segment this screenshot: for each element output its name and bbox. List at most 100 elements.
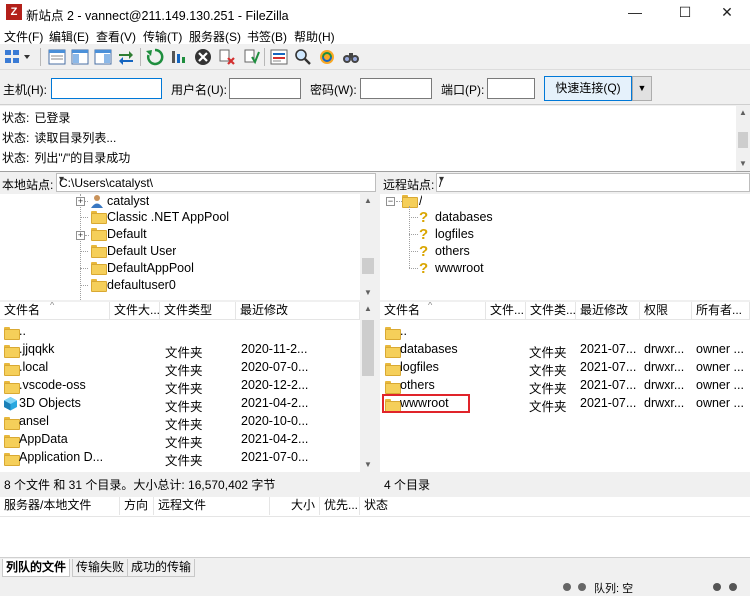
tree-item[interactable]: Classic .NET AppPool xyxy=(107,210,229,224)
collapse-icon[interactable]: − xyxy=(386,197,395,206)
find-files-icon[interactable] xyxy=(342,48,360,66)
file-type: 文件夹 xyxy=(529,346,567,360)
minimize-button[interactable]: — xyxy=(612,0,658,26)
tab-queued-files[interactable]: 列队的文件 xyxy=(2,559,71,577)
list-item[interactable]: AppData xyxy=(19,432,107,446)
file-type: 文件夹 xyxy=(165,364,203,378)
column-header-modified[interactable]: 最近修改 xyxy=(236,302,360,320)
column-header-permissions[interactable]: 权限 xyxy=(640,302,692,320)
disconnect-icon[interactable] xyxy=(218,48,236,66)
wwwroot-highlight-box xyxy=(382,394,470,413)
remote-site-label: 远程站点: xyxy=(383,178,435,192)
column-header-priority[interactable]: 优先... xyxy=(320,497,360,515)
reconnect-icon[interactable] xyxy=(242,48,260,66)
tree-item[interactable]: catalyst xyxy=(107,194,149,208)
column-header-type[interactable]: 文件类型 xyxy=(160,302,236,320)
file-modified: 2021-07-0... xyxy=(241,450,309,464)
quickconnect-button[interactable]: 快速连接(Q) xyxy=(544,76,632,101)
expand-icon[interactable]: + xyxy=(76,197,85,206)
menu-bookmarks[interactable]: 书签(B) xyxy=(247,28,287,45)
list-item[interactable]: .vscode-oss xyxy=(19,378,107,392)
remote-path-input[interactable]: / ▾ xyxy=(436,173,750,192)
local-list-scrollbar[interactable]: ▲ ▼ xyxy=(360,302,376,472)
tree-item[interactable]: databases xyxy=(435,210,493,224)
maximize-button[interactable]: ☐ xyxy=(662,0,708,26)
chevron-down-icon: ▾ xyxy=(439,174,445,185)
list-item[interactable]: 3D Objects xyxy=(19,396,107,410)
tree-item[interactable]: wwwroot xyxy=(435,261,484,275)
list-item[interactable]: databases xyxy=(400,342,458,356)
list-item[interactable]: ansel xyxy=(19,414,107,428)
username-input[interactable] xyxy=(229,78,301,99)
list-item[interactable]: .local xyxy=(19,360,107,374)
menu-file[interactable]: 文件(F) xyxy=(4,28,43,45)
password-input[interactable] xyxy=(360,78,432,99)
tree-item[interactable]: others xyxy=(435,244,470,258)
tree-item[interactable]: Default xyxy=(107,227,147,241)
tree-item[interactable]: DefaultAppPool xyxy=(107,261,194,275)
toggle-remote-tree-icon[interactable] xyxy=(94,48,112,66)
gear-icon xyxy=(563,583,571,591)
close-button[interactable]: ✕ xyxy=(704,0,750,26)
transfer-queue-list[interactable] xyxy=(0,517,750,557)
menu-transfer[interactable]: 传输(T) xyxy=(143,28,182,45)
folder-icon xyxy=(91,211,107,224)
log-scrollbar[interactable]: ▲ ▼ xyxy=(736,106,750,171)
folder-icon xyxy=(4,435,20,448)
tree-item[interactable]: / xyxy=(419,194,422,208)
local-tree-scrollbar[interactable]: ▲ ▼ xyxy=(360,194,376,300)
folder-icon xyxy=(4,453,20,466)
local-path-input[interactable]: C:\Users\catalyst\ ▾ xyxy=(56,173,376,192)
menu-help[interactable]: 帮助(H) xyxy=(294,28,335,45)
process-queue-icon[interactable] xyxy=(170,48,188,66)
sync-browse-icon[interactable] xyxy=(318,48,336,66)
local-list-header: 文件名 ^ 文件大... 文件类型 最近修改 xyxy=(0,302,360,320)
column-header-local-file[interactable]: 服务器/本地文件 xyxy=(0,497,120,515)
toggle-local-tree-icon[interactable] xyxy=(71,48,89,66)
tab-failed-transfers[interactable]: 传输失败 xyxy=(72,559,129,577)
directory-compare-icon[interactable] xyxy=(294,48,312,66)
folder-icon xyxy=(402,195,418,208)
list-item[interactable]: Application D... xyxy=(19,450,107,464)
column-header-filename[interactable]: 文件名 xyxy=(380,302,486,320)
expand-icon[interactable]: + xyxy=(76,231,85,240)
column-header-direction[interactable]: 方向 xyxy=(120,497,154,515)
folder-icon xyxy=(91,279,107,292)
list-item[interactable]: others xyxy=(400,378,435,392)
menu-edit[interactable]: 编辑(E) xyxy=(49,28,89,45)
quickconnect-bar: 主机(H): 用户名(U): 密码(W): 端口(P): 快速连接(Q) ▼ xyxy=(0,70,750,105)
directory-filter-icon[interactable] xyxy=(270,48,288,66)
list-item[interactable]: logfiles xyxy=(400,360,439,374)
folder-icon xyxy=(4,417,20,430)
tree-item[interactable]: logfiles xyxy=(435,227,474,241)
column-header-size[interactable]: 文件... xyxy=(486,302,526,320)
tab-successful-transfers[interactable]: 成功的传输 xyxy=(127,559,196,577)
menu-bar: 文件(F) 编辑(E) 查看(V) 传输(T) 服务器(S) 书签(B) 帮助(… xyxy=(0,26,750,44)
site-manager-icon[interactable] xyxy=(4,48,32,66)
folder-icon xyxy=(91,245,107,258)
folder-icon xyxy=(385,345,401,358)
column-header-remote-file[interactable]: 远程文件 xyxy=(154,497,270,515)
quickconnect-history-dropdown[interactable]: ▼ xyxy=(632,76,652,101)
list-item[interactable]: .jjqqkk xyxy=(19,342,107,356)
column-header-size[interactable]: 文件大... xyxy=(110,302,160,320)
host-input[interactable] xyxy=(51,78,162,99)
list-item[interactable]: .. xyxy=(400,324,407,338)
cancel-icon[interactable] xyxy=(194,48,212,66)
column-header-status[interactable]: 状态 xyxy=(360,497,750,515)
menu-server[interactable]: 服务器(S) xyxy=(189,28,241,45)
column-header-owner[interactable]: 所有者... xyxy=(692,302,750,320)
toggle-log-icon[interactable] xyxy=(48,48,66,66)
column-header-filename[interactable]: 文件名 xyxy=(0,302,110,320)
refresh-icon[interactable] xyxy=(146,48,164,66)
column-header-modified[interactable]: 最近修改 xyxy=(576,302,640,320)
column-header-type[interactable]: 文件类... xyxy=(526,302,576,320)
transfer-queue-icon[interactable] xyxy=(117,48,135,66)
port-input[interactable] xyxy=(487,78,535,99)
menu-view[interactable]: 查看(V) xyxy=(96,28,136,45)
column-header-size[interactable]: 大小 xyxy=(270,497,320,515)
tree-item[interactable]: defaultuser0 xyxy=(107,278,176,292)
tree-item[interactable]: Default User xyxy=(107,244,176,258)
remote-list-header: 文件名 ^ 文件... 文件类... 最近修改 权限 所有者... xyxy=(380,302,750,320)
list-item[interactable]: .. xyxy=(19,324,26,338)
